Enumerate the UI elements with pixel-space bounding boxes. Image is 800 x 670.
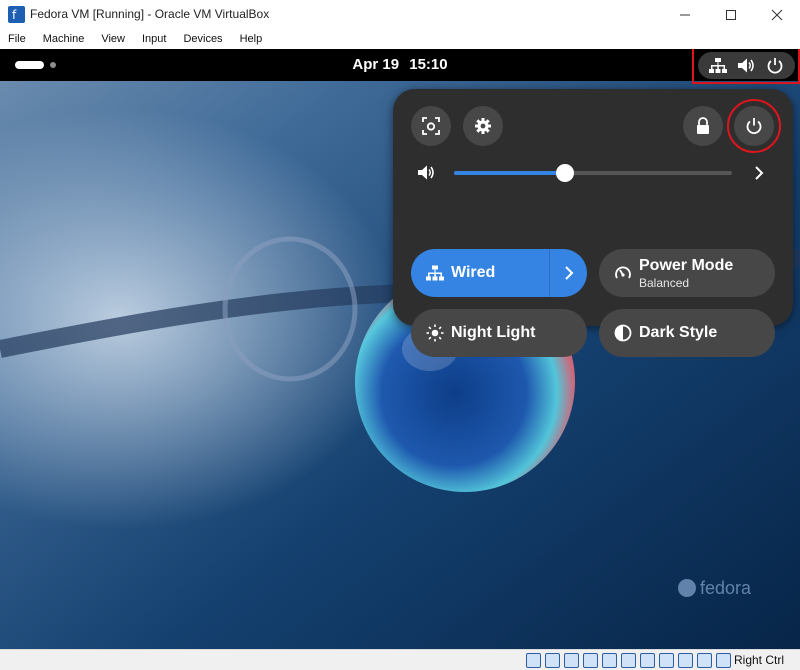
menu-machine[interactable]: Machine (43, 30, 85, 49)
fedora-wordmark: fedora (700, 578, 752, 598)
chevron-right-icon[interactable] (750, 164, 768, 182)
menu-view[interactable]: View (101, 30, 125, 49)
menu-devices[interactable]: Devices (183, 30, 222, 49)
virtualbox-app-icon: f (8, 6, 25, 23)
half-circle-icon (614, 324, 632, 342)
clock[interactable]: Apr 19 15:10 (0, 56, 800, 73)
lock-button[interactable] (683, 106, 723, 146)
quick-settings-panel: Wired Power Mode Balanced Night Light Da… (393, 89, 793, 357)
night-light-label: Night Light (451, 324, 536, 341)
network-wired-icon (426, 265, 444, 281)
speedometer-icon (615, 266, 631, 279)
power-mode-toggle[interactable]: Power Mode Balanced (599, 249, 775, 297)
lock-icon (697, 117, 709, 134)
usb-icon[interactable] (602, 653, 617, 668)
status-menu-highlight (692, 49, 800, 84)
window-titlebar: f Fedora VM [Running] - Oracle VM Virtua… (0, 0, 800, 30)
menu-help[interactable]: Help (240, 30, 263, 49)
maximize-button[interactable] (708, 2, 754, 28)
dark-style-toggle[interactable]: Dark Style (599, 309, 775, 357)
clock-date: Apr 19 (352, 56, 400, 73)
wired-menu-button[interactable] (549, 249, 587, 297)
cpu-icon[interactable] (678, 653, 693, 668)
hard-disk-icon[interactable] (526, 653, 541, 668)
power-button-highlight (727, 99, 781, 153)
recording-icon[interactable] (659, 653, 674, 668)
close-icon (771, 9, 783, 21)
screenshot-icon (422, 117, 440, 135)
close-button[interactable] (754, 2, 800, 28)
fedora-logo-icon (678, 579, 696, 597)
mouse-integration-icon[interactable] (697, 653, 712, 668)
settings-icon (475, 118, 491, 134)
keyboard-capture-icon[interactable] (716, 653, 731, 668)
menu-file[interactable]: File (8, 30, 26, 49)
wired-toggle[interactable]: Wired (411, 249, 587, 297)
volume-slider-fill (454, 171, 565, 175)
wired-label: Wired (451, 264, 496, 281)
shared-folders-icon[interactable] (621, 653, 636, 668)
host-key-label: Right Ctrl (734, 653, 785, 667)
chevron-right-icon (564, 266, 573, 280)
clock-time: 15:10 (409, 56, 448, 73)
network-icon[interactable] (583, 653, 598, 668)
fedora-watermark: fedora (678, 578, 751, 599)
vm-status-bar: Right Ctrl (0, 649, 800, 670)
volume-icon (418, 165, 434, 180)
window-title: Fedora VM [Running] - Oracle VM VirtualB… (30, 7, 270, 21)
maximize-icon (726, 10, 736, 20)
settings-button[interactable] (463, 106, 503, 146)
gnome-top-bar: Apr 19 15:10 (0, 49, 800, 84)
volume-slider[interactable] (454, 164, 732, 182)
menubar: File Machine View Input Devices Help (0, 30, 800, 49)
minimize-button[interactable] (662, 2, 708, 28)
power-mode-label: Power Mode (639, 257, 734, 274)
dark-style-label: Dark Style (639, 324, 718, 341)
guest-screen[interactable]: Apr 19 15:10 Wired Power Mode Balanced N… (0, 49, 800, 649)
volume-slider-handle[interactable] (556, 164, 574, 182)
power-mode-subtitle: Balanced (639, 276, 690, 290)
optical-drive-icon[interactable] (545, 653, 560, 668)
menu-input[interactable]: Input (142, 30, 166, 49)
night-light-toggle[interactable]: Night Light (411, 309, 587, 357)
display-icon[interactable] (640, 653, 655, 668)
minimize-icon (680, 14, 690, 16)
sun-icon (426, 324, 444, 342)
audio-icon[interactable] (564, 653, 579, 668)
screenshot-button[interactable] (411, 106, 451, 146)
